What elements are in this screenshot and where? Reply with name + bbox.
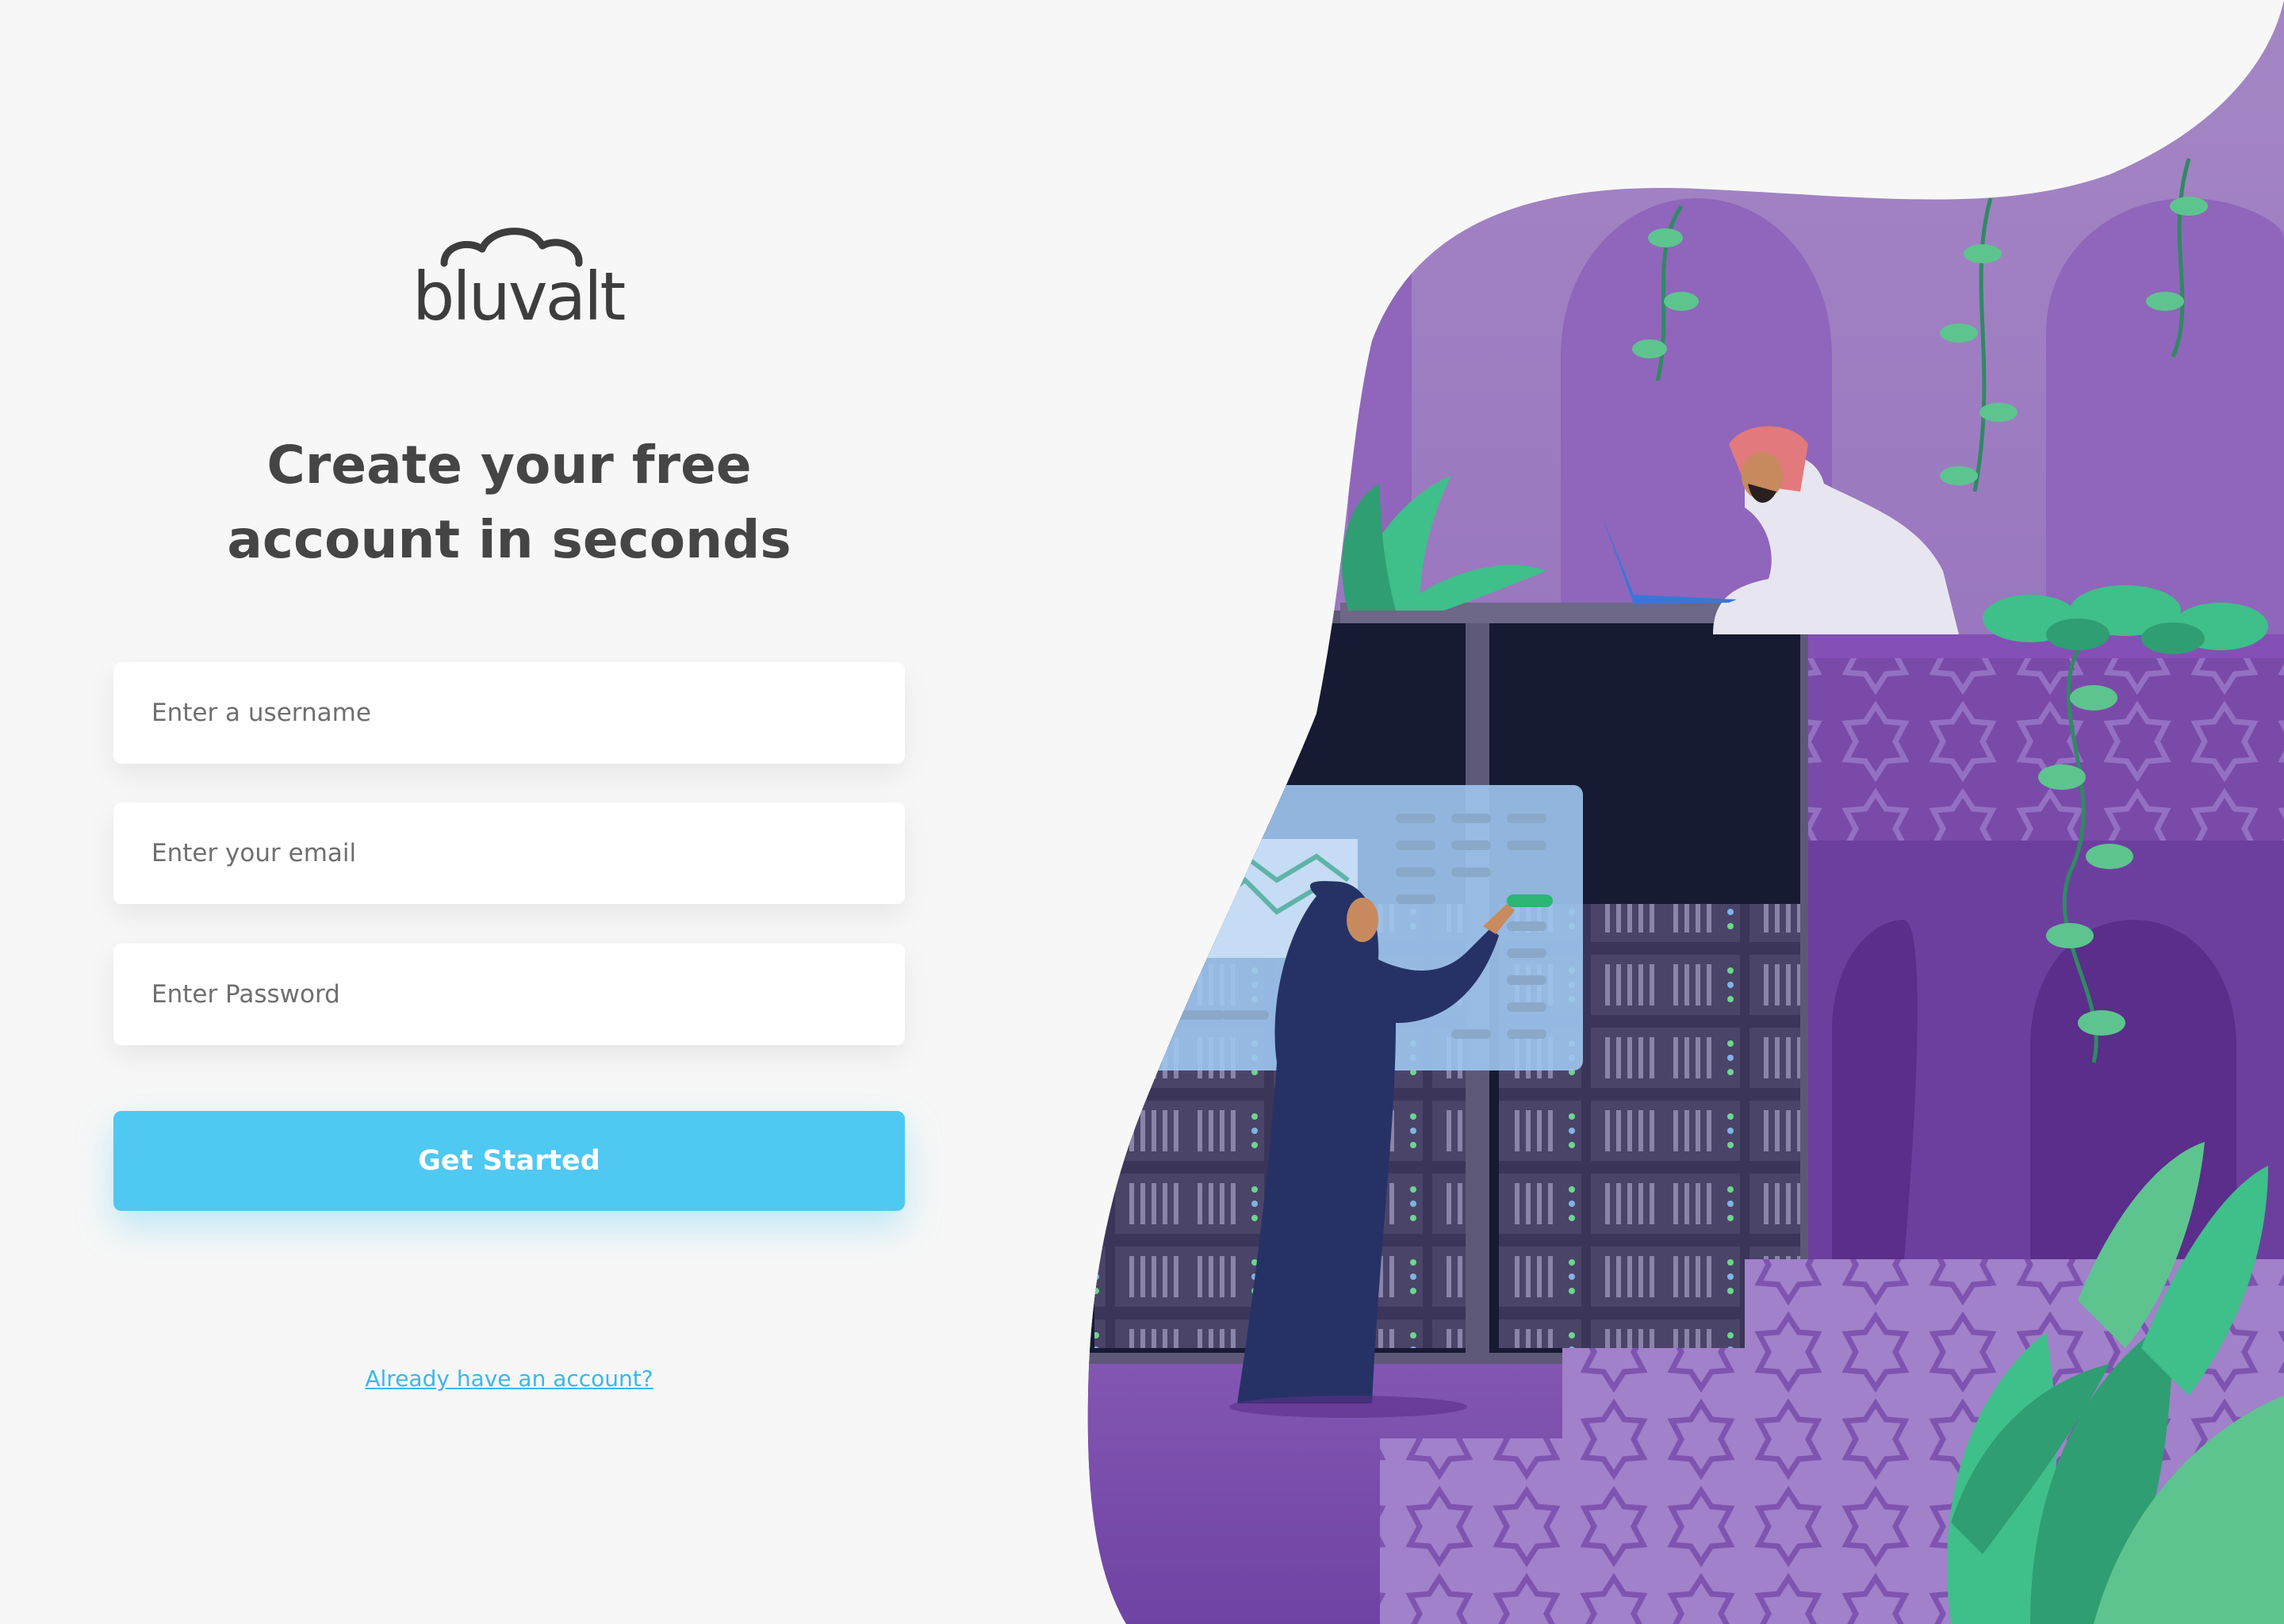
page-title-line-2: account in seconds	[227, 509, 791, 570]
email-input[interactable]	[113, 802, 905, 904]
already-have-account-link[interactable]: Already have an account?	[113, 1365, 906, 1392]
brand-name: bluvalt	[412, 258, 626, 335]
get-started-button[interactable]: Get Started	[113, 1111, 905, 1211]
bluvalt-logo: bluvalt	[412, 222, 626, 335]
username-input[interactable]	[113, 662, 905, 764]
page-title-line-1: Create your free	[266, 435, 752, 496]
password-input[interactable]	[113, 944, 905, 1045]
